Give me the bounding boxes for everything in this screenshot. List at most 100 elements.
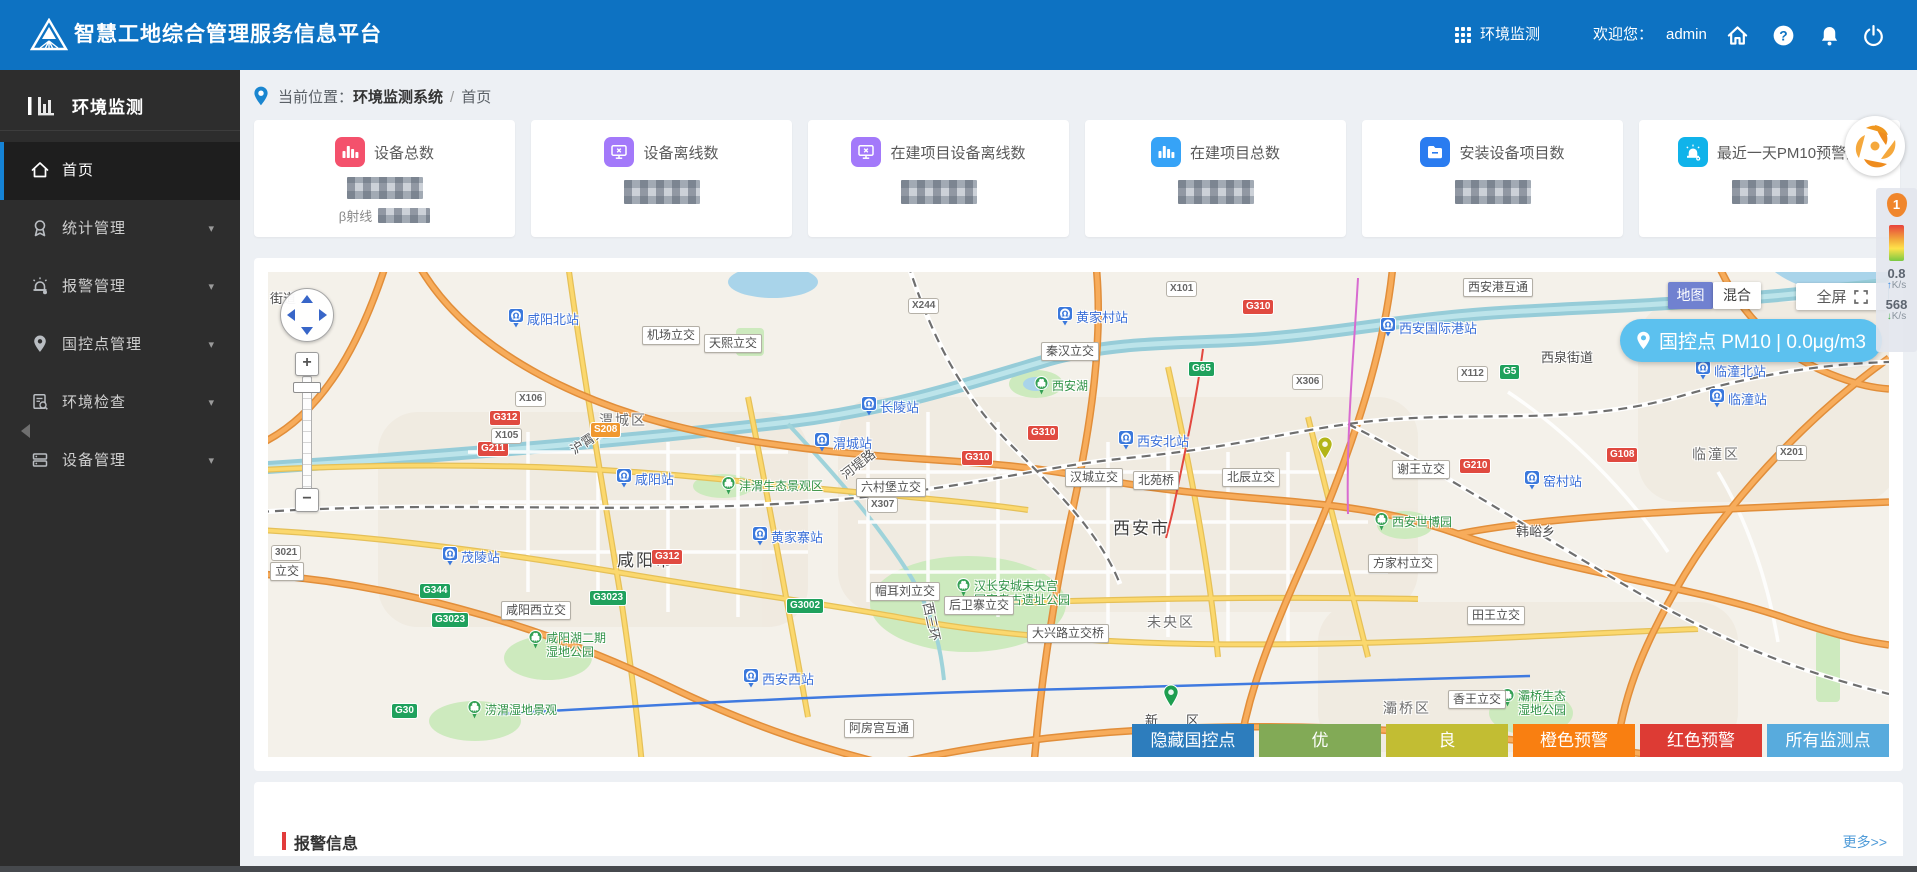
map-type-button[interactable]: 地图 bbox=[1668, 282, 1713, 309]
zoom-slider-knob[interactable] bbox=[293, 382, 321, 393]
legend-button-3[interactable]: 橙色预警 bbox=[1513, 724, 1635, 757]
map-road-chip: 田王立交 bbox=[1467, 606, 1526, 625]
map-road-chip: 六村堡立交 bbox=[856, 478, 927, 497]
map-label-text: 咸阳湖二期 湿地公园 bbox=[546, 631, 607, 659]
stat-card-1: 设备离线数 bbox=[531, 120, 792, 237]
map-road-chip: 汉城立交 bbox=[1065, 468, 1124, 487]
pan-up-icon[interactable] bbox=[301, 295, 313, 303]
stat-card-label: 在建项目总数 bbox=[1189, 144, 1280, 162]
tooltip-pin-icon bbox=[1637, 331, 1650, 350]
sidebar-item-2[interactable]: 报警管理 ▾ bbox=[0, 258, 240, 316]
power-icon[interactable] bbox=[1862, 24, 1885, 47]
map-road-badge: G210 bbox=[1460, 459, 1491, 473]
sidebar-collapse-icon[interactable] bbox=[14, 424, 30, 438]
map-label-text: 西安北站 bbox=[1137, 434, 1190, 449]
hybrid-type-button[interactable]: 混合 bbox=[1713, 282, 1761, 309]
security-shield-badge[interactable]: 1 bbox=[1886, 193, 1907, 217]
bell-icon[interactable] bbox=[1818, 24, 1841, 47]
map-road-badge: G3002 bbox=[787, 599, 824, 613]
map-road-chip: 西安港互通 bbox=[1463, 278, 1534, 297]
legend-button-1[interactable]: 优 bbox=[1259, 724, 1381, 757]
zoom-slider-track[interactable] bbox=[302, 376, 312, 490]
pan-left-icon[interactable] bbox=[287, 309, 295, 321]
stat-card-label: 在建项目设备离线数 bbox=[890, 144, 1026, 162]
pan-down-icon[interactable] bbox=[301, 327, 313, 335]
sidebar-title: 环境监测 bbox=[72, 98, 144, 117]
park-icon: ♣ bbox=[467, 700, 482, 724]
fullscreen-button[interactable]: 全屏 bbox=[1796, 283, 1888, 310]
metro-station-icon: Ω bbox=[442, 546, 458, 571]
app-switcher-label[interactable]: 环境监测 bbox=[1480, 0, 1540, 70]
sidebar-item-label: 国控点管理 bbox=[62, 336, 143, 353]
metro-station-icon: Ω bbox=[1695, 360, 1711, 385]
map-road-chip: 天熙立交 bbox=[704, 334, 763, 353]
map-road-chip: 香王立交 bbox=[1448, 690, 1507, 709]
upload-speed-unit: K/s bbox=[1891, 280, 1907, 291]
stat-sub-value-redacted bbox=[378, 208, 431, 223]
stat-value-redacted bbox=[900, 180, 977, 204]
metro-station-icon: Ω bbox=[508, 308, 524, 333]
map-canvas[interactable]: Ω 咸阳北站 Ω 黄家村站 Ω 长陵站 Ω 渭城站 Ω 西安北站 Ω 西安国际港站 Ω 临潼北站 Ω 临潼站 Ω… bbox=[268, 272, 1889, 757]
map-road-badge: G3023 bbox=[432, 613, 469, 627]
legend-button-5[interactable]: 所有监测点 bbox=[1767, 724, 1889, 757]
pan-right-icon[interactable] bbox=[319, 309, 327, 321]
map-label-text: 涝渭湿地景观 bbox=[485, 703, 558, 717]
stat-sub-label: β射线 bbox=[338, 209, 373, 224]
legend-button-4[interactable]: 红色预警 bbox=[1640, 724, 1762, 757]
map-label-text: 黄家寨站 bbox=[771, 530, 824, 545]
svg-text:Ω: Ω bbox=[1123, 433, 1130, 442]
breadcrumb-system[interactable]: 环境监测系统 bbox=[353, 89, 443, 106]
sidebar-item-4[interactable]: 环境检查 ▾ bbox=[0, 374, 240, 432]
stat-card-label: 设备总数 bbox=[373, 144, 434, 162]
app-title: 智慧工地综合管理服务信息平台 bbox=[74, 23, 382, 46]
map-road-badge: G310 bbox=[1028, 426, 1059, 440]
map-road-chip: 咸阳西立交 bbox=[501, 601, 572, 620]
pin-icon bbox=[30, 334, 50, 354]
map-pan-control[interactable] bbox=[280, 288, 334, 342]
sidebar-item-0[interactable]: 首页 bbox=[0, 142, 240, 200]
alarm-section-title: 报警信息 bbox=[294, 836, 359, 853]
stat-card-3: 在建项目总数 bbox=[1085, 120, 1346, 237]
map-label-text: 长陵站 bbox=[880, 400, 920, 415]
monitor-point-tooltip: 国控点 PM10 | 0.0μg/m3 bbox=[1620, 319, 1882, 362]
breadcrumb-current[interactable]: 首页 bbox=[461, 89, 491, 106]
breadcrumb-separator: / bbox=[450, 89, 455, 106]
sidebar-logo-icon bbox=[28, 97, 54, 116]
sidebar-item-label: 设备管理 bbox=[62, 452, 127, 469]
zoom-in-button[interactable]: + bbox=[295, 352, 319, 376]
zoom-out-button[interactable]: − bbox=[295, 488, 319, 512]
stat-card-4: 安装设备项目数 bbox=[1362, 120, 1623, 237]
map-road-chip: 谢王立交 bbox=[1392, 460, 1451, 479]
sidebar-item-5[interactable]: 设备管理 ▾ bbox=[0, 432, 240, 490]
metro-station-icon: Ω bbox=[1380, 317, 1396, 342]
svg-text:♣: ♣ bbox=[724, 479, 732, 489]
map-road-chip: 帽耳刘立交 bbox=[870, 582, 941, 601]
stat-card-0: 设备总数 β射线 bbox=[254, 120, 515, 237]
metro-station-icon: Ω bbox=[752, 526, 768, 551]
username[interactable]: admin bbox=[1666, 0, 1707, 70]
metro-station-icon: Ω bbox=[1709, 388, 1725, 413]
stat-value-redacted bbox=[1177, 180, 1254, 204]
sidebar-item-1[interactable]: 统计管理 ▾ bbox=[0, 200, 240, 258]
map-place-label: 西泉街道 bbox=[1541, 350, 1594, 365]
svg-text:♣: ♣ bbox=[1037, 379, 1045, 389]
map-road-chip: 北辰立交 bbox=[1222, 468, 1281, 487]
map-label-text: 临潼站 bbox=[1728, 392, 1768, 407]
map-label-text: 西安湖 bbox=[1052, 379, 1089, 393]
map-label-text: 西安世博园 bbox=[1392, 515, 1453, 529]
help-icon[interactable]: ? bbox=[1772, 24, 1795, 47]
map-road-badge: G312 bbox=[652, 550, 683, 564]
alarm-more-link[interactable]: 更多>> bbox=[1843, 832, 1887, 852]
map-label-text: 黄家村站 bbox=[1076, 310, 1129, 325]
map-station-marker: Ω 黄家寨站 bbox=[752, 526, 823, 551]
map-road-badge: X112 bbox=[1458, 367, 1487, 381]
app-grid-icon[interactable] bbox=[1455, 27, 1472, 44]
home-icon[interactable] bbox=[1726, 24, 1749, 47]
map-road-badge: X201 bbox=[1777, 446, 1807, 460]
browser-accelerator-icon[interactable] bbox=[1845, 116, 1905, 176]
map-station-marker: Ω 咸阳北站 bbox=[508, 308, 579, 333]
legend-button-2[interactable]: 良 bbox=[1386, 724, 1508, 757]
park-icon: ♣ bbox=[528, 630, 543, 654]
legend-button-0[interactable]: 隐藏国控点 bbox=[1132, 724, 1254, 757]
sidebar-item-3[interactable]: 国控点管理 ▾ bbox=[0, 316, 240, 374]
